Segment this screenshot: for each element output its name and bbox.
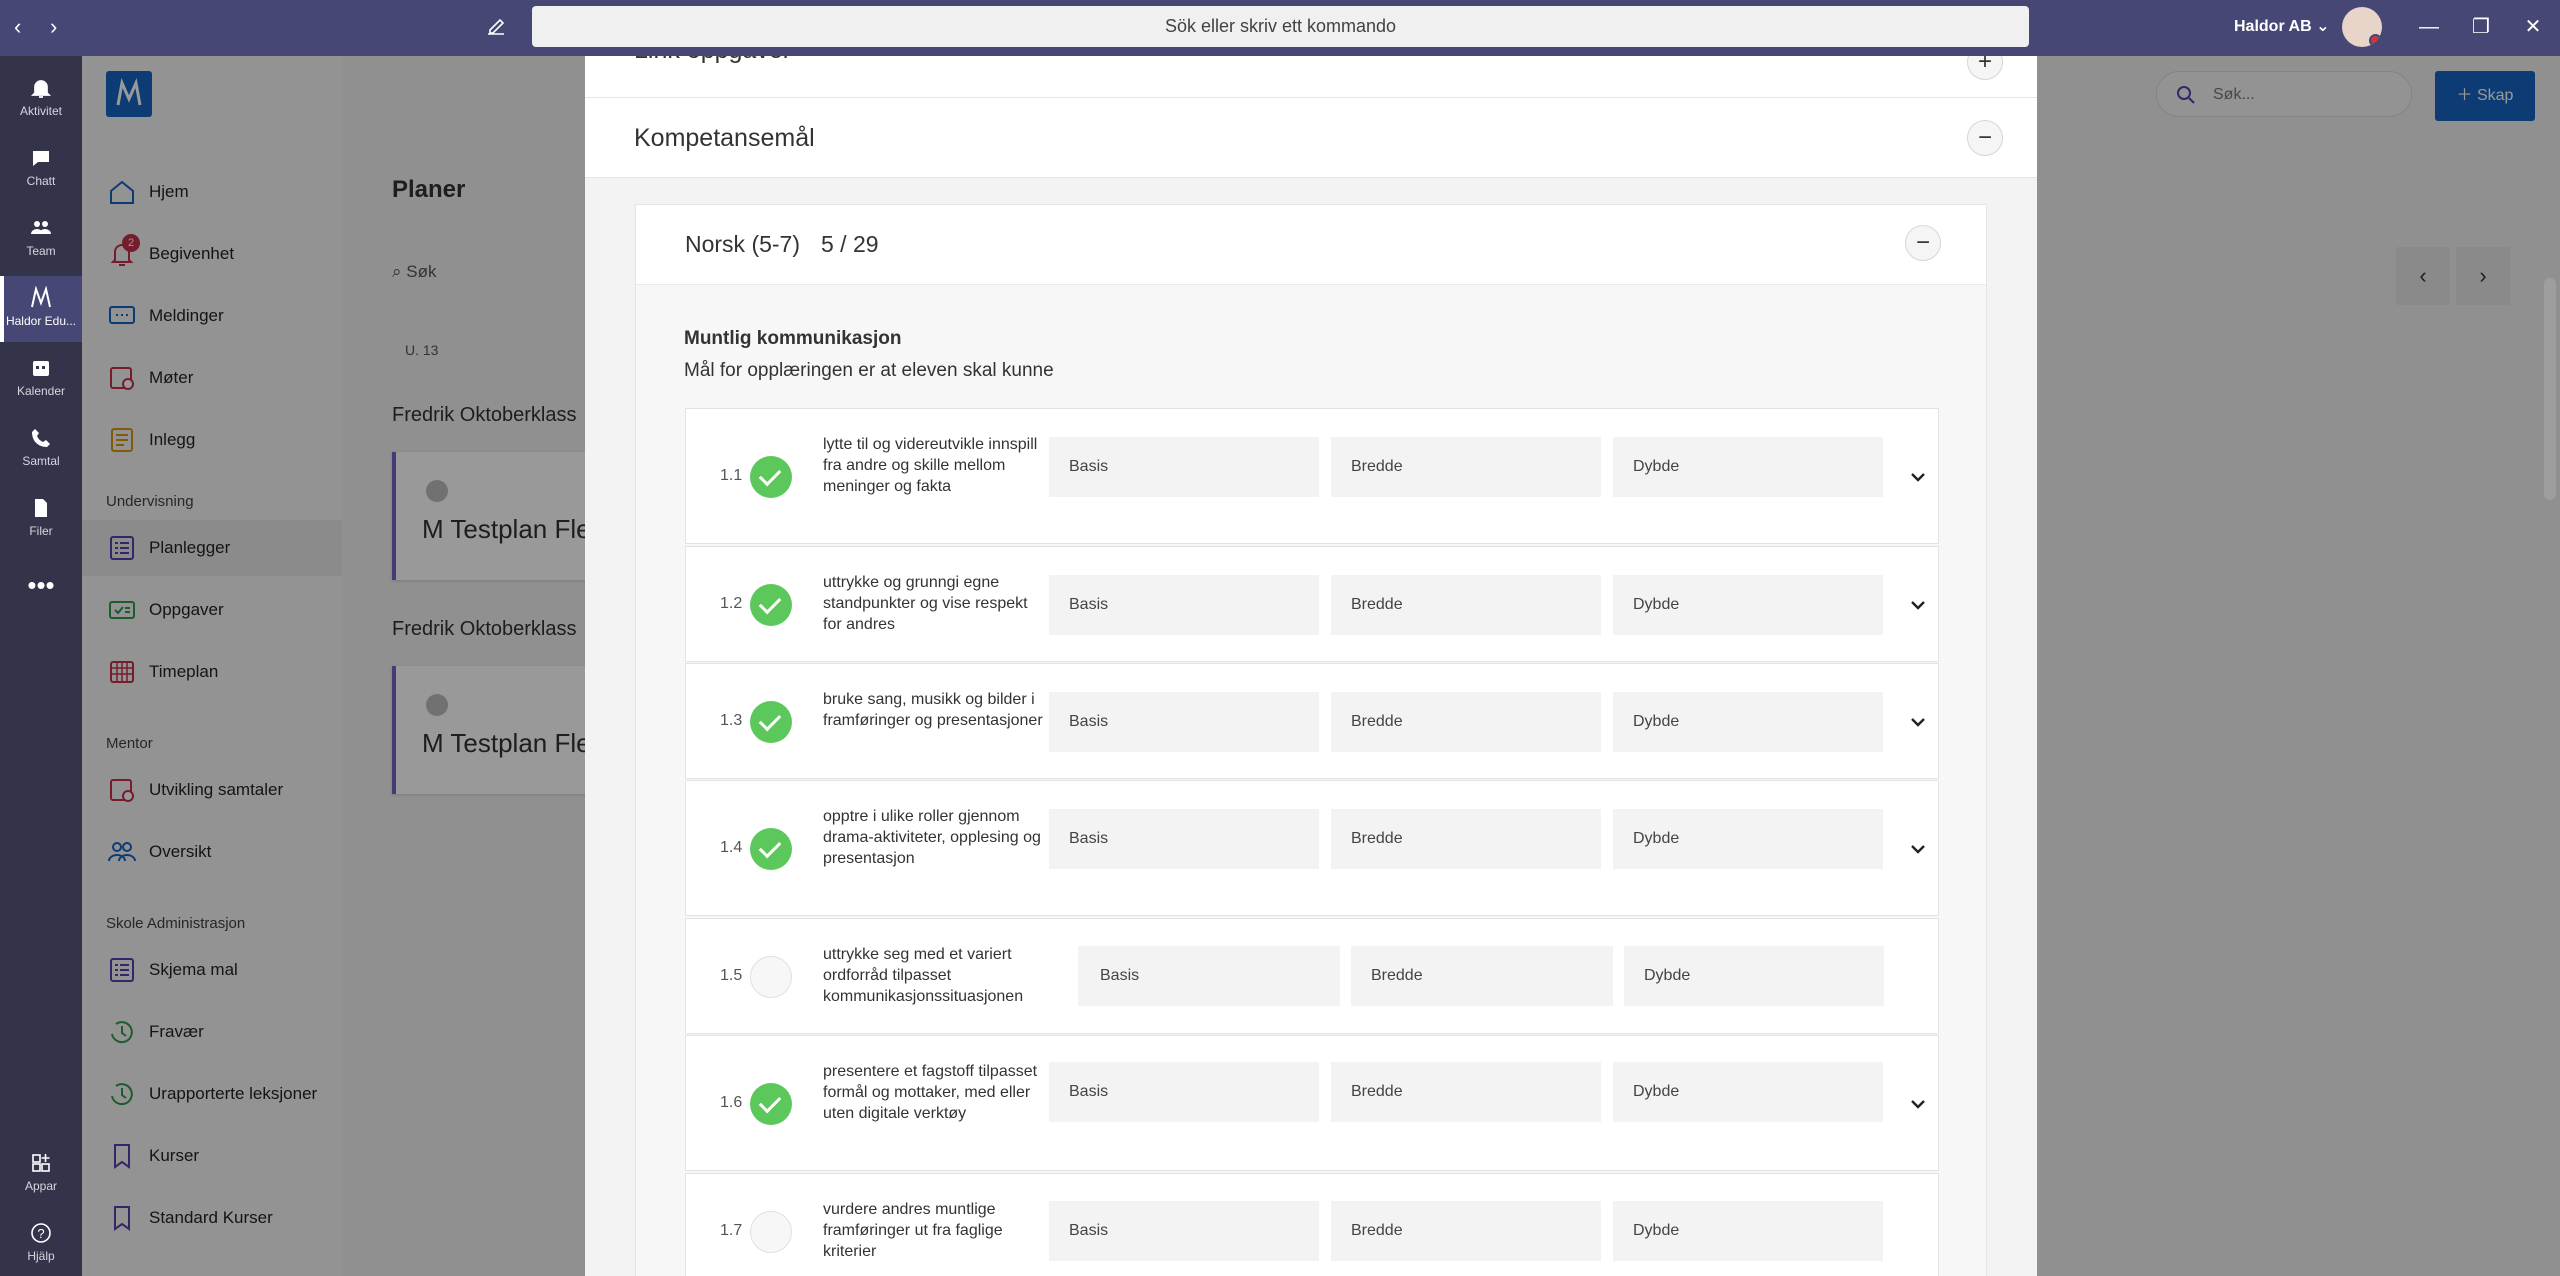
goal-check-icon[interactable] xyxy=(750,456,792,498)
more-icon: ••• xyxy=(27,570,55,600)
level-dybde[interactable]: Dybde xyxy=(1613,692,1883,752)
level-bredde[interactable]: Bredde xyxy=(1351,946,1613,1006)
svg-text:?: ? xyxy=(37,1226,44,1241)
back-icon[interactable]: ‹ xyxy=(14,14,21,40)
level-bredde[interactable]: Bredde xyxy=(1331,575,1601,635)
collapse-icon[interactable]: − xyxy=(1967,120,2003,156)
section-link-oppgaver[interactable]: Link oppgaver + xyxy=(585,56,2037,98)
restore-icon[interactable]: ❐ xyxy=(2466,12,2496,42)
level-dybde[interactable]: Dybde xyxy=(1613,1201,1883,1261)
rail-samtal[interactable]: Samtal xyxy=(0,416,82,482)
level-dybde[interactable]: Dybde xyxy=(1613,809,1883,869)
forward-icon[interactable]: › xyxy=(50,14,57,40)
page-scrollbar[interactable] xyxy=(2540,56,2560,1276)
goal-count: 5 / 29 xyxy=(821,231,879,257)
level-basis[interactable]: Basis xyxy=(1049,575,1319,635)
collapse-icon[interactable]: − xyxy=(1905,225,1941,261)
chevron-down-icon[interactable] xyxy=(1906,710,1930,734)
level-dybde[interactable]: Dybde xyxy=(1624,946,1884,1006)
chevron-down-icon[interactable] xyxy=(1906,1092,1930,1116)
goal-row: 1.3 bruke sang, musikk og bilder i framf… xyxy=(685,663,1939,779)
goal-row: 1.5 uttrykke seg med et variert ordforrå… xyxy=(685,918,1939,1034)
phone-icon xyxy=(32,429,50,447)
minimize-icon[interactable]: — xyxy=(2414,12,2444,42)
rail-haldor[interactable]: Haldor Edu... xyxy=(0,276,82,342)
goal-check-icon[interactable] xyxy=(750,584,792,626)
rail-filer[interactable]: Filer xyxy=(0,486,82,552)
apps-icon xyxy=(32,1154,50,1172)
file-icon xyxy=(35,499,47,517)
org-switcher[interactable]: Haldor AB ⌄ xyxy=(2234,16,2329,36)
level-bredde[interactable]: Bredde xyxy=(1331,1062,1601,1122)
level-bredde[interactable]: Bredde xyxy=(1331,692,1601,752)
goal-row: 1.6 presentere et fagstoff tilpasset for… xyxy=(685,1035,1939,1171)
goal-check-icon[interactable] xyxy=(750,1083,792,1125)
chevron-down-icon[interactable] xyxy=(1906,837,1930,861)
help-icon: ? xyxy=(31,1223,51,1243)
level-basis[interactable]: Basis xyxy=(1049,437,1319,497)
section-kompetansemal[interactable]: Kompetansemål − xyxy=(585,98,2037,178)
level-bredde[interactable]: Bredde xyxy=(1331,437,1601,497)
area-title: Muntlig kommunikasjon xyxy=(684,328,902,349)
rail-team[interactable]: Team xyxy=(0,206,82,272)
bell-icon xyxy=(30,80,52,98)
compose-icon[interactable] xyxy=(484,14,508,38)
avatar[interactable] xyxy=(2342,7,2382,47)
goal-check-icon[interactable] xyxy=(750,701,792,743)
command-search[interactable]: Sök eller skriv ett kommando xyxy=(532,6,2029,47)
goal-row: 1.2 uttrykke og grunngi egne standpunkte… xyxy=(685,546,1939,662)
goal-check-icon[interactable] xyxy=(750,828,792,870)
level-bredde[interactable]: Bredde xyxy=(1331,1201,1601,1261)
goal-row: 1.7 vurdere andres muntlige framføringer… xyxy=(685,1173,1939,1276)
goal-check-icon[interactable] xyxy=(750,956,792,998)
modal-dialog: Link oppgaver + Kompetansemål − Norsk (5… xyxy=(585,56,2037,1276)
level-basis[interactable]: Basis xyxy=(1049,1062,1319,1122)
haldor-icon xyxy=(31,286,51,308)
team-icon xyxy=(31,221,51,234)
chevron-down-icon[interactable] xyxy=(1906,465,1930,489)
goal-row: 1.1 lytte til og videreutvikle innspill … xyxy=(685,408,1939,544)
level-bredde[interactable]: Bredde xyxy=(1331,809,1601,869)
level-basis[interactable]: Basis xyxy=(1049,809,1319,869)
subject-header[interactable]: Norsk (5-7) 5 / 29 − xyxy=(636,205,1986,285)
title-bar: ‹ › Sök eller skriv ett kommando Haldor … xyxy=(0,0,2560,56)
level-basis[interactable]: Basis xyxy=(1049,692,1319,752)
level-basis[interactable]: Basis xyxy=(1078,946,1340,1006)
rail-kalender[interactable]: Kalender xyxy=(0,346,82,412)
chat-icon xyxy=(33,151,49,166)
area-subtitle: Mål for opplæringen er at eleven skal ku… xyxy=(684,360,1054,381)
rail-hjelp[interactable]: ? Hjälp xyxy=(0,1211,82,1276)
rail-appar[interactable]: Appar xyxy=(0,1141,82,1207)
level-dybde[interactable]: Dybde xyxy=(1613,1062,1883,1122)
level-dybde[interactable]: Dybde xyxy=(1613,575,1883,635)
expand-icon[interactable]: + xyxy=(1967,56,2003,80)
close-icon[interactable]: ✕ xyxy=(2518,12,2548,42)
calendar-icon xyxy=(33,361,49,376)
level-dybde[interactable]: Dybde xyxy=(1613,437,1883,497)
goal-row: 1.4 opptre i ulike roller gjennom drama-… xyxy=(685,780,1939,916)
chevron-down-icon[interactable] xyxy=(1906,593,1930,617)
scrollbar-thumb[interactable] xyxy=(2544,278,2556,500)
status-busy-icon xyxy=(2369,34,2382,47)
rail-more[interactable]: ••• xyxy=(0,556,82,622)
app-rail: Aktivitet Chatt Team Haldor Edu... Kalen… xyxy=(0,56,82,1276)
rail-aktivitet[interactable]: Aktivitet xyxy=(0,66,82,132)
level-basis[interactable]: Basis xyxy=(1049,1201,1319,1261)
goal-check-icon[interactable] xyxy=(750,1211,792,1253)
rail-chatt[interactable]: Chatt xyxy=(0,136,82,202)
